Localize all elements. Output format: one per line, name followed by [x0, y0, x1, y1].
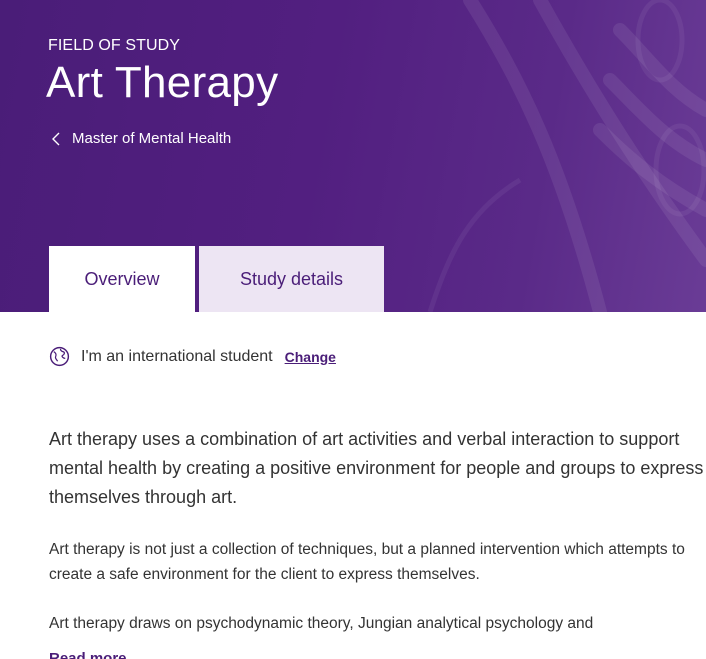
- body-paragraph: Art therapy is not just a collection of …: [49, 541, 685, 583]
- student-type-label: I'm an international student: [81, 347, 273, 365]
- hero-banner: FIELD OF STUDY Art Therapy Master of Men…: [0, 0, 706, 312]
- student-type-selector: I'm an international student Change: [49, 346, 336, 367]
- lead-paragraph: Art therapy uses a combination of art ac…: [49, 429, 704, 507]
- field-of-study-label: FIELD OF STUDY: [48, 37, 181, 54]
- breadcrumb-back-link[interactable]: Master of Mental Health: [50, 130, 231, 147]
- change-student-type-link[interactable]: Change: [285, 349, 336, 365]
- chevron-left-icon: [52, 132, 60, 145]
- body-paragraph: Art therapy draws on psychodynamic theor…: [49, 615, 594, 632]
- tab-overview[interactable]: Overview: [49, 246, 195, 312]
- globe-icon: [49, 346, 70, 367]
- tab-study-details[interactable]: Study details: [199, 246, 384, 312]
- page-title: Art Therapy: [46, 58, 279, 107]
- read-more-link[interactable]: Read more: [49, 650, 127, 659]
- breadcrumb-label: Master of Mental Health: [72, 130, 232, 147]
